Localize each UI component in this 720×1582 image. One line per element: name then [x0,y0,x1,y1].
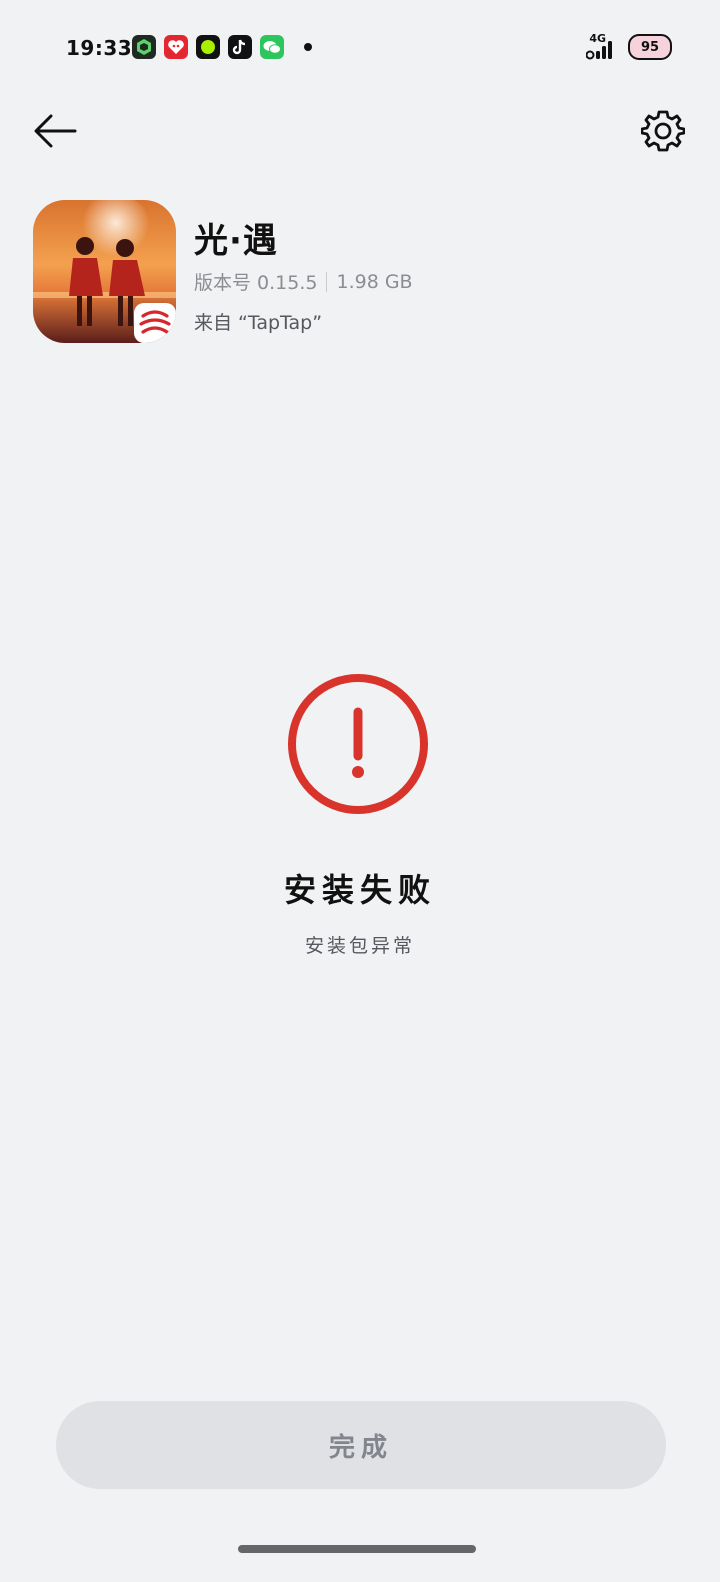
map-app-icon [132,35,156,59]
status-bar: 19:33 4G 95 [0,0,720,96]
meta-divider [326,271,328,292]
heart-app-icon [164,35,188,59]
app-version: 版本号 0.15.5 [194,272,318,294]
notification-icons [132,35,312,59]
status-time: 19:33 [66,36,133,60]
signal-icon: 4G [586,33,616,61]
app-name: 光·遇 [194,221,278,261]
app-size: 1.98 GB [336,270,413,293]
app-icon [33,200,176,343]
battery-indicator: 95 [628,34,672,60]
wechat-icon [260,35,284,59]
gear-icon [641,110,685,152]
error-icon [286,672,430,816]
app-source: 来自 “TapTap” [194,312,323,334]
battery-level: 95 [640,39,660,55]
back-button[interactable] [30,108,80,154]
result-message: 安装包异常 [304,935,415,957]
status-indicators: 4G 95 [586,33,672,61]
done-button[interactable]: 完成 [56,1401,666,1489]
result-title: 安装失败 [283,871,436,909]
tiktok-icon [228,35,252,59]
home-indicator[interactable] [238,1545,476,1553]
app-meta: 版本号 0.15.5 1.98 GB [194,268,413,295]
settings-button[interactable] [638,106,688,156]
lime-app-icon [196,35,220,59]
arrow-left-icon [34,114,77,148]
more-notifications-dot [304,43,312,51]
